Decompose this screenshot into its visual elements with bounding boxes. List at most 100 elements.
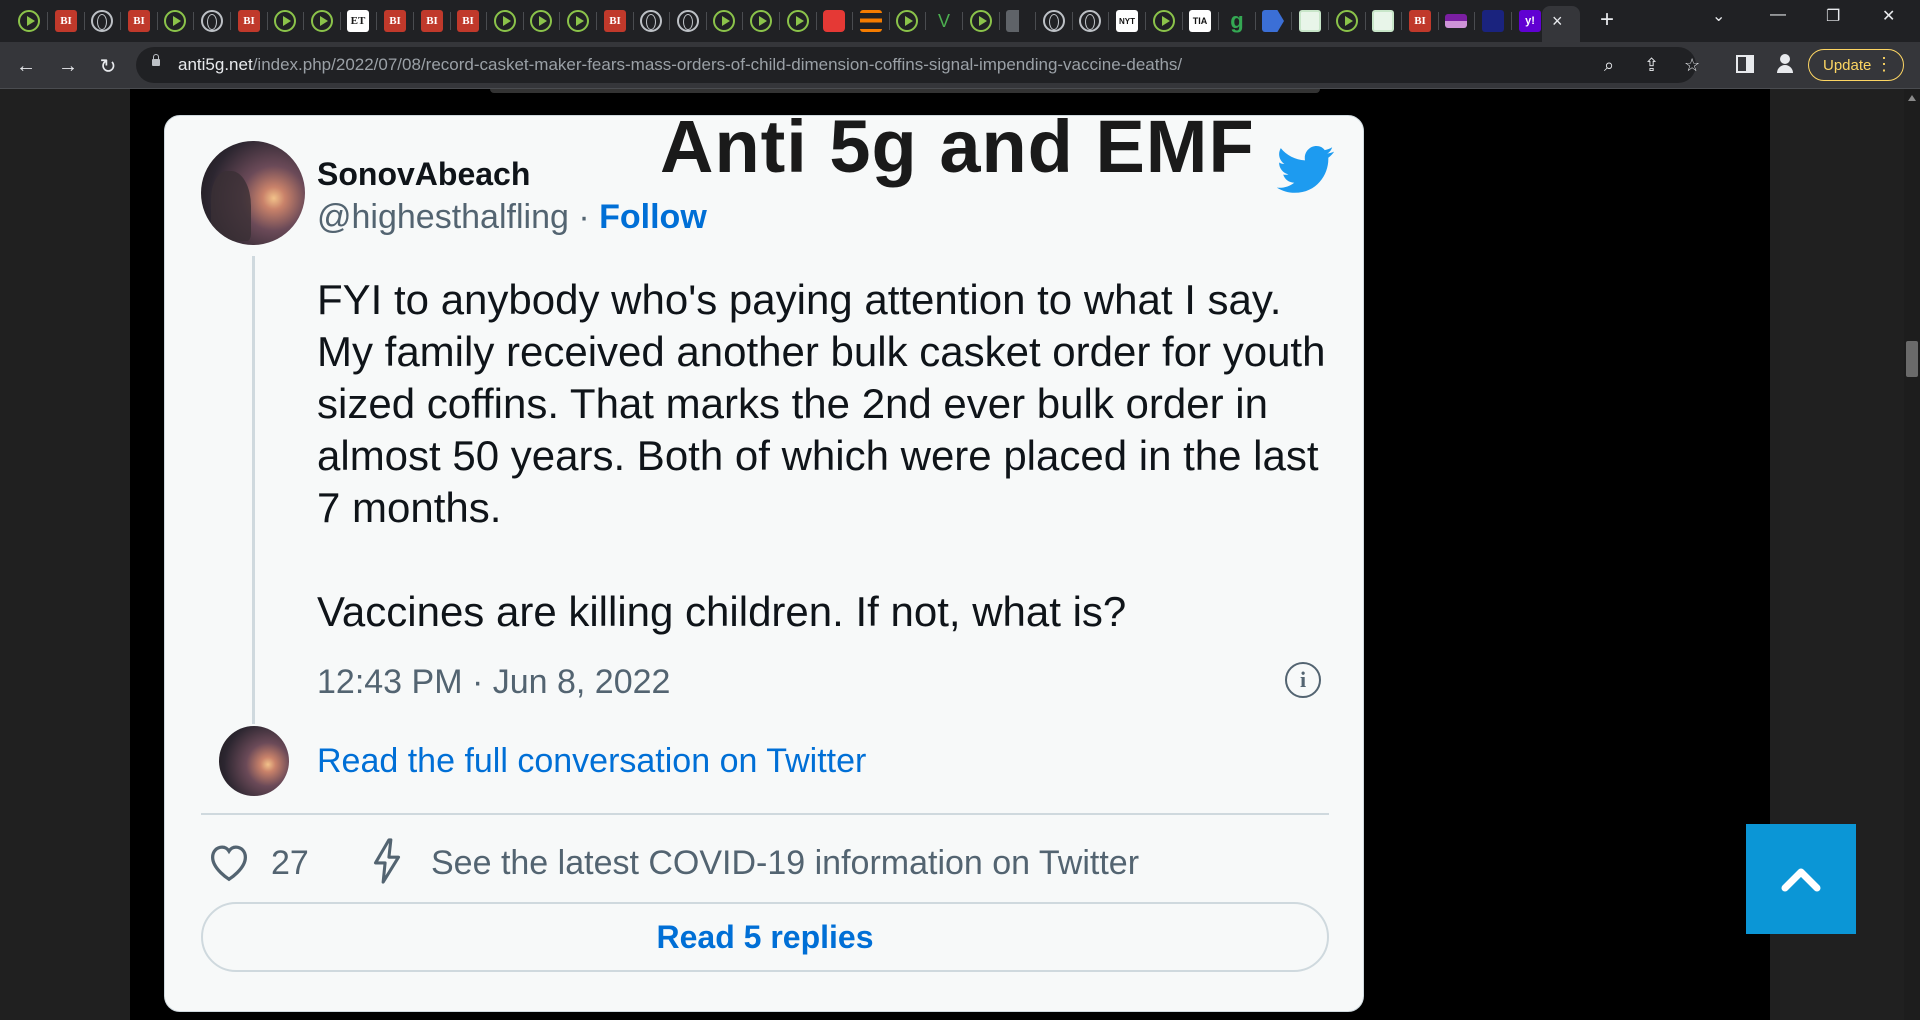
tab-separator	[47, 12, 48, 30]
vertical-scrollbar[interactable]	[1904, 89, 1920, 1020]
browser-tab[interactable]	[709, 7, 739, 35]
browser-tab[interactable]: NYT	[1112, 7, 1142, 35]
browser-tab[interactable]	[856, 7, 886, 35]
update-button[interactable]: Update ⋮	[1808, 49, 1904, 81]
browser-tab[interactable]	[1258, 7, 1288, 35]
author-name[interactable]: SonovAbeach	[317, 156, 530, 193]
globe-icon	[1043, 10, 1065, 32]
browser-tab[interactable]	[160, 7, 190, 35]
restore-button[interactable]: ❐	[1826, 6, 1840, 26]
tab-separator	[925, 12, 926, 30]
browser-tab[interactable]	[1295, 7, 1325, 35]
covid-info-link[interactable]: See the latest COVID-19 information on T…	[431, 844, 1139, 883]
tweet-timestamp[interactable]: 12:43 PM · Jun 8, 2022	[317, 663, 670, 702]
tab-separator	[1035, 12, 1036, 30]
browser-tab[interactable]	[1441, 7, 1471, 35]
info-icon[interactable]: i	[1285, 662, 1321, 698]
browser-tab[interactable]: BI	[600, 7, 630, 35]
puzzle-icon	[1372, 10, 1394, 32]
tab-separator	[1072, 12, 1073, 30]
browser-tab[interactable]	[490, 7, 520, 35]
profile-icon[interactable]	[1776, 54, 1794, 74]
browser-tab[interactable]: BI	[234, 7, 264, 35]
back-to-top-button[interactable]	[1746, 824, 1856, 934]
browser-tab[interactable]	[673, 7, 703, 35]
browser-tab[interactable]: BI	[1405, 7, 1435, 35]
share-icon[interactable]: ⇪	[1644, 55, 1659, 76]
tab-separator	[303, 12, 304, 30]
browser-tab[interactable]: ET	[343, 7, 373, 35]
browser-tab[interactable]: V	[929, 7, 959, 35]
browser-tab[interactable]	[1332, 7, 1362, 35]
browser-tab[interactable]: y!	[1515, 7, 1545, 35]
arrow-left-icon: ←	[16, 54, 36, 77]
url-text[interactable]: anti5g.net/index.php/2022/07/08/record-c…	[178, 55, 1182, 75]
read-replies-button[interactable]: Read 5 replies	[201, 902, 1329, 972]
bi-icon: BI	[128, 10, 150, 32]
browser-tab[interactable]: g	[1222, 7, 1252, 35]
handle-separator: ·	[568, 198, 600, 236]
zoom-icon[interactable]: ⌕	[1604, 55, 1614, 76]
browser-tab[interactable]	[14, 7, 44, 35]
play-icon	[274, 10, 296, 32]
play-icon	[970, 10, 992, 32]
browser-tab[interactable]: BI	[380, 7, 410, 35]
browser-tab[interactable]	[966, 7, 996, 35]
bi-icon: BI	[238, 10, 260, 32]
author-avatar[interactable]	[201, 141, 305, 245]
bookmark-star-icon[interactable]: ☆	[1684, 55, 1700, 76]
address-bar[interactable]: anti5g.net/index.php/2022/07/08/record-c…	[136, 47, 1700, 83]
like-count[interactable]: 27	[271, 844, 309, 883]
lock-icon[interactable]	[152, 54, 160, 66]
browser-tab[interactable]	[563, 7, 593, 35]
browser-tab[interactable]	[87, 7, 117, 35]
browser-tab[interactable]	[783, 7, 813, 35]
tab-separator	[596, 12, 597, 30]
browser-tab[interactable]	[892, 7, 922, 35]
tab-separator	[486, 12, 487, 30]
tab-separator	[1255, 12, 1256, 30]
browser-tab[interactable]	[1149, 7, 1179, 35]
more-menu-icon: ⋮	[1875, 54, 1893, 74]
author-handle[interactable]: @highesthalfling	[317, 198, 569, 236]
browser-tab[interactable]	[1002, 7, 1032, 35]
forward-button[interactable]: →	[54, 52, 82, 80]
browser-tab[interactable]	[1039, 7, 1069, 35]
browser-tab[interactable]	[1075, 7, 1105, 35]
tab-separator	[193, 12, 194, 30]
tab-separator	[1401, 12, 1402, 30]
browser-tab[interactable]	[1478, 7, 1508, 35]
browser-tab[interactable]: BI	[453, 7, 483, 35]
scrollbar-thumb[interactable]	[1906, 341, 1918, 377]
tab-search-dropdown-icon[interactable]: ⌄	[1712, 6, 1725, 26]
browser-tab[interactable]	[636, 7, 666, 35]
arrow-right-icon: →	[58, 54, 78, 77]
tab-separator	[852, 12, 853, 30]
close-window-button[interactable]: ✕	[1882, 6, 1895, 26]
browser-tab[interactable]: BI	[124, 7, 154, 35]
browser-tab[interactable]	[746, 7, 776, 35]
reload-button[interactable]: ↻	[94, 52, 122, 80]
author-avatar-small[interactable]	[219, 726, 289, 796]
browser-tab[interactable]	[197, 7, 227, 35]
side-panel-icon[interactable]	[1736, 55, 1754, 73]
stack-orange-icon	[860, 10, 882, 32]
site-title: Anti 5g and EMF	[660, 105, 1255, 188]
back-button[interactable]: ←	[12, 52, 40, 80]
close-tab-icon[interactable]: ×	[1552, 11, 1563, 32]
browser-tab[interactable]	[270, 7, 300, 35]
browser-tab[interactable]: BI	[417, 7, 447, 35]
heart-icon[interactable]	[207, 842, 251, 882]
browser-tab[interactable]	[1368, 7, 1398, 35]
browser-tab[interactable]: BI	[51, 7, 81, 35]
browser-tab[interactable]	[819, 7, 849, 35]
browser-tab[interactable]	[307, 7, 337, 35]
new-tab-button[interactable]: +	[1600, 6, 1614, 34]
twitter-bird-icon[interactable]	[1277, 146, 1335, 194]
browser-tab[interactable]	[526, 7, 556, 35]
minimize-button[interactable]: —	[1770, 6, 1786, 24]
scroll-up-arrow-icon[interactable]	[1908, 95, 1916, 101]
browser-tab[interactable]: TIA	[1185, 7, 1215, 35]
follow-link[interactable]: Follow	[599, 198, 707, 236]
read-full-conversation-link[interactable]: Read the full conversation on Twitter	[317, 742, 866, 781]
